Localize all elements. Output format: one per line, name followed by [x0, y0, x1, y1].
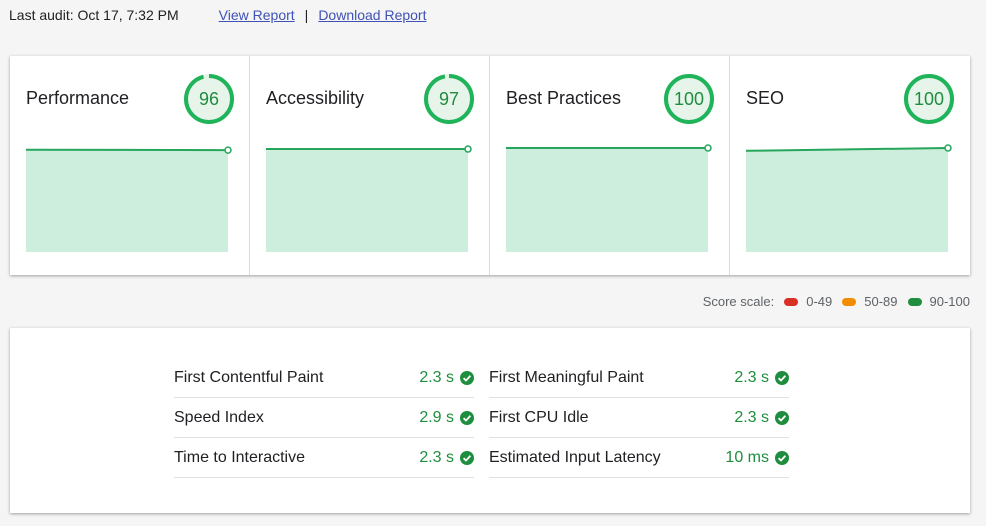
scale-range-label: 50-89 — [864, 294, 898, 309]
card-title: Best Practices — [506, 88, 622, 108]
last-audit-text: Last audit: Oct 17, 7:32 PM — [9, 7, 179, 23]
scale-pill-icon — [842, 297, 857, 306]
trend-point — [224, 146, 232, 154]
card-title: Accessibility — [266, 88, 365, 108]
score-value: 97 — [438, 88, 460, 109]
link-separator: | — [304, 7, 309, 23]
metric-name: Estimated Input Latency — [489, 448, 661, 466]
metric-row: Speed Index 2.9 s — [174, 398, 474, 438]
metric-name: Speed Index — [174, 408, 264, 426]
metric-row: Estimated Input Latency 10 ms — [489, 438, 789, 478]
trend-area — [26, 149, 228, 252]
metric-name: First CPU Idle — [489, 408, 589, 426]
trend-chart — [746, 144, 952, 252]
trend-chart — [506, 144, 712, 252]
metric-value: 2.3 s — [734, 368, 769, 386]
metric-name: Time to Interactive — [174, 448, 306, 466]
trend-chart — [266, 145, 472, 252]
scale-range-label: 90-100 — [929, 294, 970, 309]
card-title: SEO — [746, 88, 785, 108]
trend-point — [704, 144, 712, 152]
card-best-practices[interactable]: Best Practices 100 — [490, 56, 730, 275]
metric-name: First Meaningful Paint — [489, 368, 644, 386]
score-value: 100 — [913, 88, 945, 109]
metric-name: First Contentful Paint — [174, 368, 324, 386]
metrics-panel: First Contentful Paint 2.3 s Speed Index… — [10, 328, 970, 513]
view-report-link[interactable]: View Report — [219, 7, 295, 23]
scale-range-poor: 0-49 — [784, 294, 832, 309]
metric-row: Time to Interactive 2.3 s — [174, 438, 474, 478]
check-circle-icon — [460, 410, 474, 425]
check-circle-icon — [775, 450, 789, 465]
card-performance[interactable]: Performance 96 — [10, 56, 250, 275]
metric-value: 2.3 s — [419, 448, 454, 466]
card-title: Performance — [26, 88, 130, 108]
trend-point — [464, 145, 472, 153]
score-gauge: 96 — [183, 73, 235, 125]
scale-pill-icon — [784, 297, 799, 306]
metric-value: 10 ms — [725, 448, 769, 466]
scale-range-good: 90-100 — [907, 294, 970, 309]
score-scale-label: Score scale: — [702, 294, 775, 309]
metrics-column-right: First Meaningful Paint 2.3 s First CPU I… — [489, 358, 789, 478]
scale-range-average: 50-89 — [842, 294, 898, 309]
check-circle-icon — [775, 370, 789, 385]
download-report-link[interactable]: Download Report — [318, 7, 426, 23]
audit-header: Last audit: Oct 17, 7:32 PM View Report … — [9, 6, 426, 24]
metric-value: 2.3 s — [734, 408, 769, 426]
scale-pill-icon — [907, 297, 922, 306]
trend-area — [506, 148, 708, 252]
metric-row: First Contentful Paint 2.3 s — [174, 358, 474, 398]
trend-area — [266, 149, 468, 252]
category-cards: Performance 96 Accessibility 97 Best Pra… — [10, 56, 970, 275]
score-value: 96 — [198, 88, 220, 109]
check-circle-icon — [460, 450, 474, 465]
card-accessibility[interactable]: Accessibility 97 — [250, 56, 490, 275]
metric-value: 2.3 s — [419, 368, 454, 386]
check-circle-icon — [775, 410, 789, 425]
scale-range-label: 0-49 — [806, 294, 833, 309]
card-seo[interactable]: SEO 100 — [730, 56, 970, 275]
score-scale-legend: Score scale: 0-49 50-89 90-100 — [703, 294, 970, 309]
score-value: 100 — [673, 88, 705, 109]
check-circle-icon — [460, 370, 474, 385]
trend-point — [944, 144, 952, 152]
metric-row: First CPU Idle 2.3 s — [489, 398, 789, 438]
metric-value: 2.9 s — [419, 408, 454, 426]
trend-area — [746, 148, 948, 252]
metrics-column-left: First Contentful Paint 2.3 s Speed Index… — [174, 358, 474, 478]
score-gauge: 100 — [663, 73, 715, 125]
metric-row: First Meaningful Paint 2.3 s — [489, 358, 789, 398]
trend-chart — [26, 146, 232, 252]
score-gauge: 97 — [423, 73, 475, 125]
score-gauge: 100 — [903, 73, 955, 125]
